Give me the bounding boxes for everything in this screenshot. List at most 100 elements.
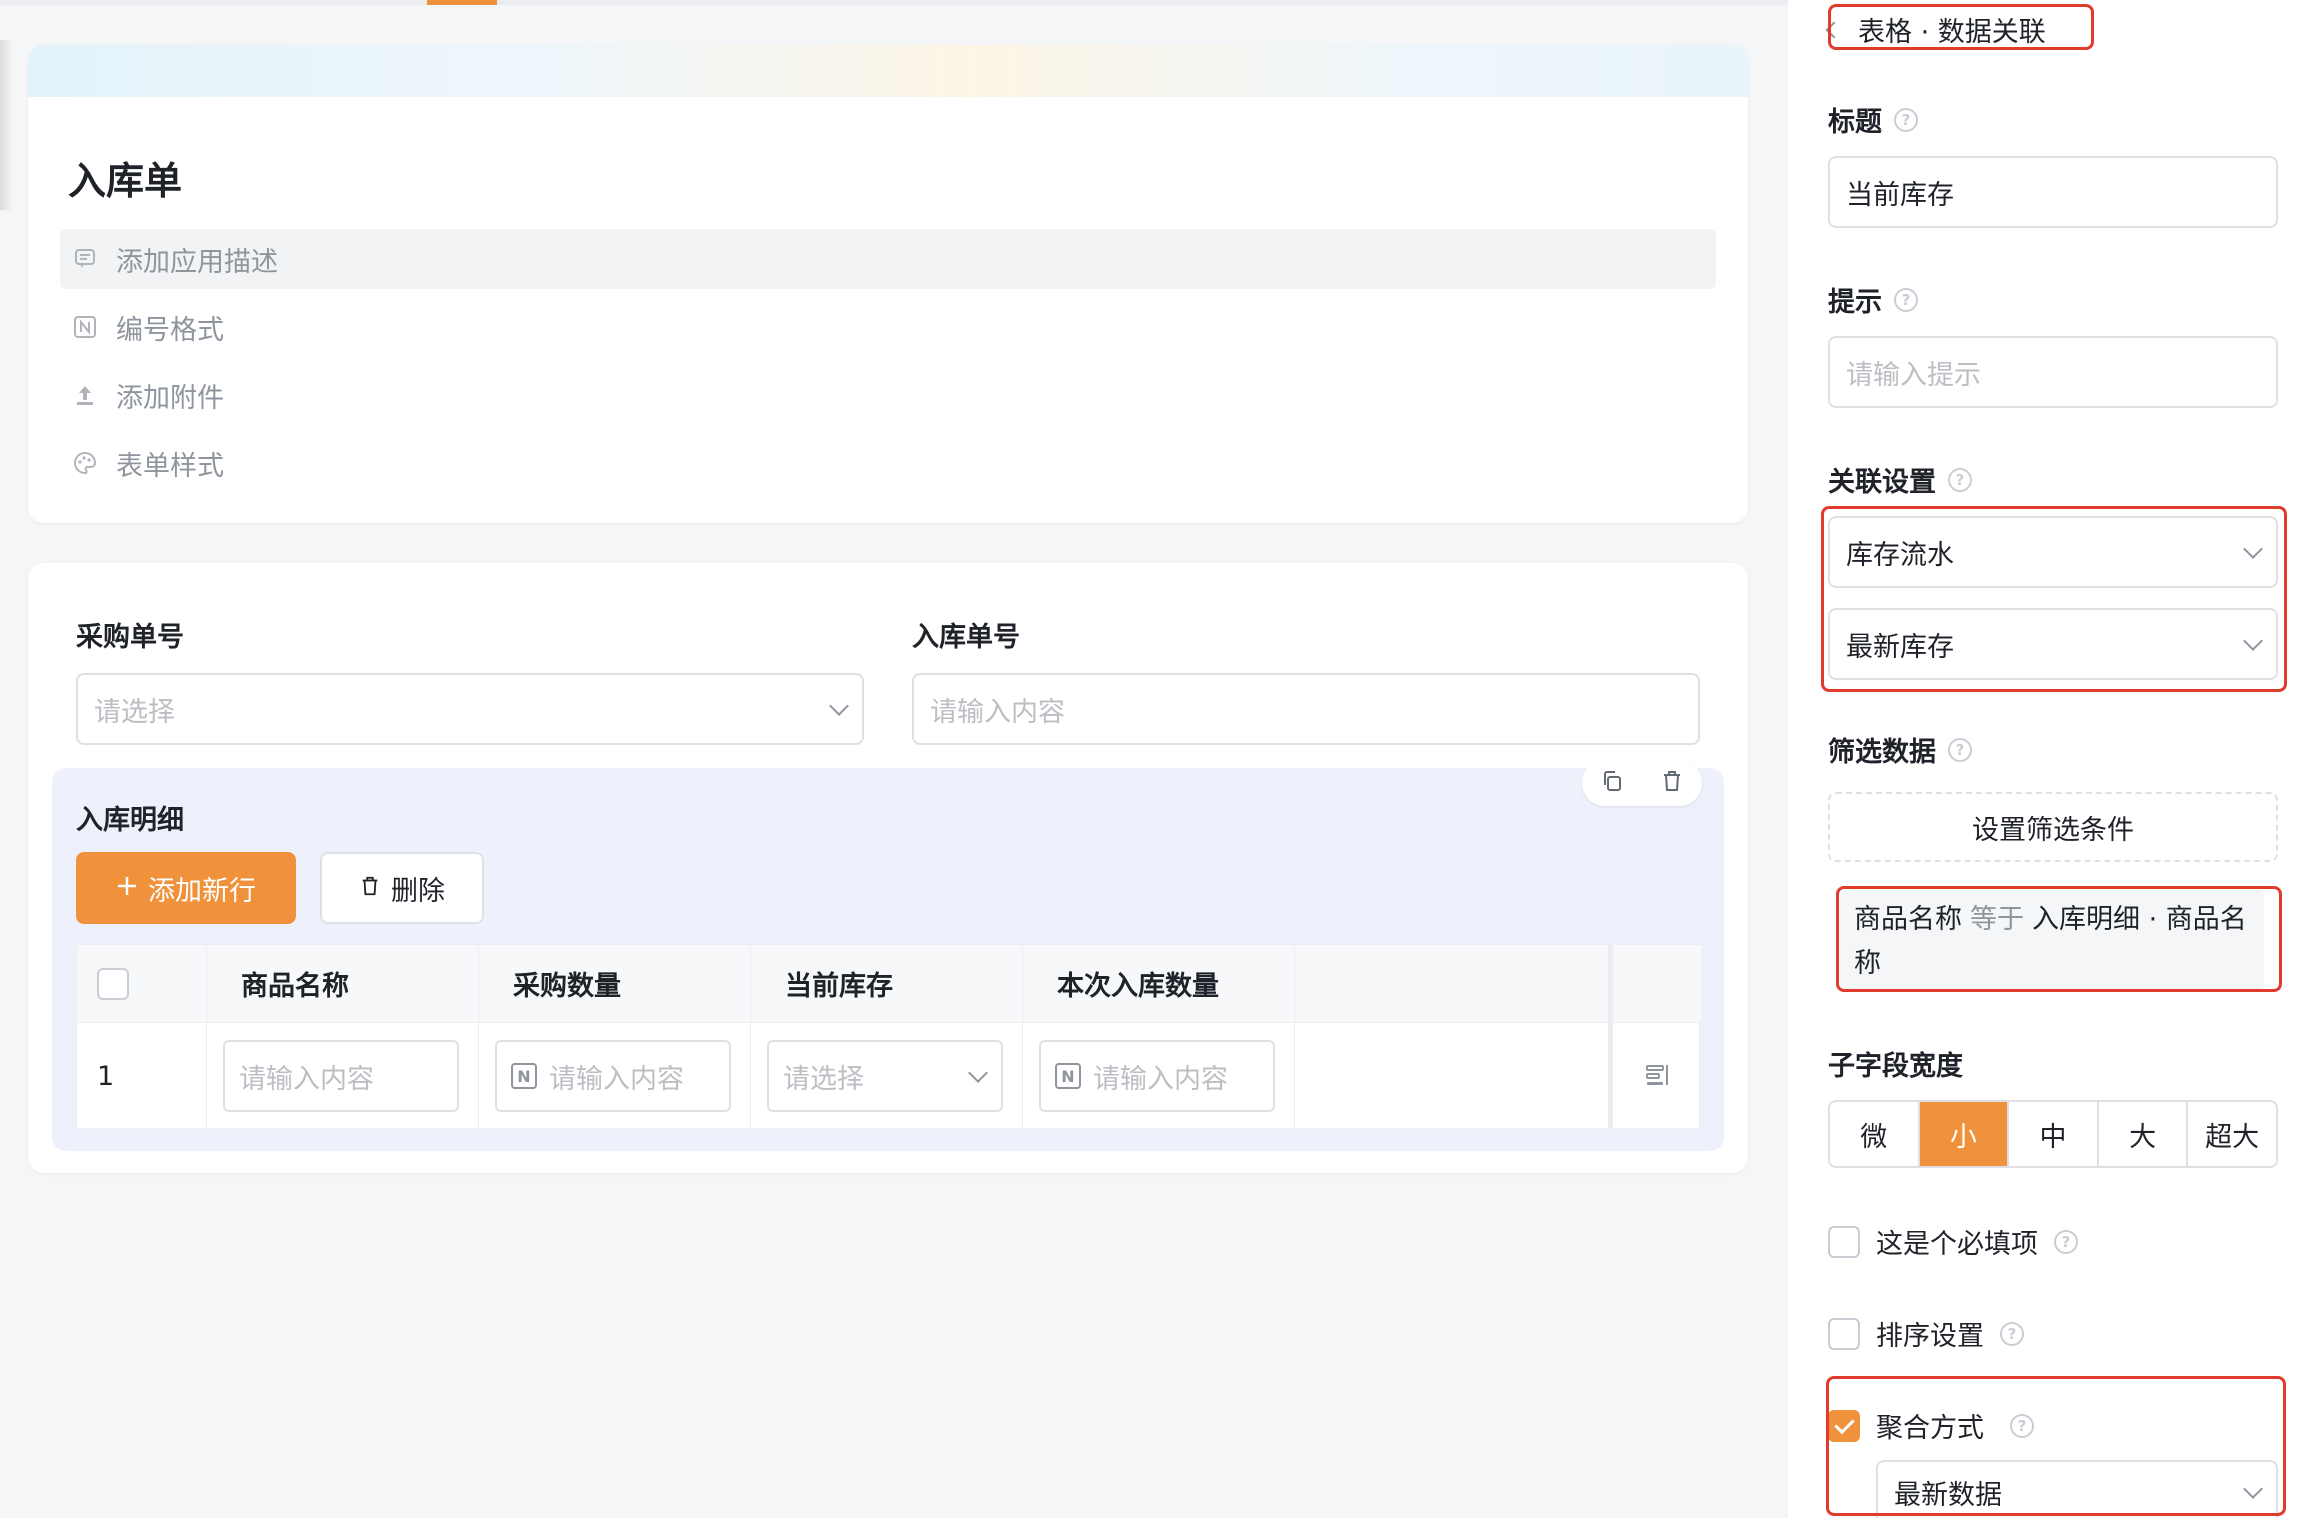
palette-icon: [72, 450, 98, 476]
chevron-down-icon: [829, 696, 849, 716]
purchase-no-select[interactable]: 请选择: [76, 673, 864, 745]
select-all-header: [77, 945, 207, 1023]
required-label: 这是个必填项: [1876, 1229, 2038, 1260]
hint-label-text: 提示: [1828, 287, 1882, 318]
comment-icon: [72, 246, 98, 272]
help-icon[interactable]: ?: [2054, 1229, 2078, 1254]
form-body-card: 采购单号 请选择 入库单号 请输入内容 入库明细 添加新行 删除 商品名称 采购…: [28, 563, 1748, 1173]
table-cell: [1295, 1023, 1609, 1129]
trash-icon[interactable]: [1660, 769, 1684, 797]
cell-placeholder: 请输入内容: [549, 1063, 684, 1095]
form-header-card: 入库单 添加应用描述 编号格式 添加附件 表单样式: [28, 45, 1748, 523]
inbound-no-placeholder: 请输入内容: [930, 696, 1065, 728]
number-icon: N: [1055, 1063, 1081, 1089]
width-option-large[interactable]: 大: [2099, 1102, 2189, 1166]
title-label-text: 标题: [1828, 107, 1882, 138]
table-cell: N 请输入内容: [1023, 1023, 1295, 1129]
copy-icon[interactable]: [1600, 769, 1624, 797]
trash-icon: [359, 873, 381, 904]
option-label: 表单样式: [116, 450, 224, 482]
add-description-option[interactable]: 添加应用描述: [60, 229, 1716, 289]
delete-rows-button[interactable]: 删除: [320, 852, 484, 924]
select-all-checkbox[interactable]: [97, 967, 129, 1000]
required-checkbox[interactable]: [1828, 1225, 1860, 1258]
table-cell: 请输入内容: [207, 1023, 479, 1129]
highlight-box-breadcrumb: [1828, 4, 2094, 50]
help-icon[interactable]: ?: [2000, 1321, 2024, 1346]
link-label-text: 关联设置: [1828, 467, 1936, 498]
property-panel: 表格 · 数据关联 标题 ? 当前库存 提示 ? 请输入提示 关联设置 ? 库存…: [1788, 0, 2302, 1518]
set-filter-label: 设置筛选条件: [1972, 814, 2134, 846]
inbound-qty-input[interactable]: N 请输入内容: [1039, 1040, 1275, 1112]
form-title[interactable]: 入库单: [68, 150, 182, 205]
add-row-label: 添加新行: [148, 875, 256, 907]
help-icon[interactable]: ?: [1894, 107, 1918, 132]
link-setting-label: 关联设置 ?: [1828, 460, 1972, 499]
sort-label: 排序设置: [1876, 1321, 1984, 1352]
current-stock-select[interactable]: 请选择: [767, 1040, 1003, 1112]
sort-checkbox[interactable]: [1828, 1317, 1860, 1350]
top-bar: [0, 0, 1788, 5]
delete-label: 删除: [391, 875, 445, 907]
add-attachment-option[interactable]: 添加附件: [60, 365, 224, 425]
table-cell: N 请输入内容: [479, 1023, 751, 1129]
header-gradient: [28, 45, 1748, 97]
subtable-actions: [1582, 760, 1702, 806]
help-icon[interactable]: ?: [1894, 287, 1918, 312]
hint-setting-label: 提示 ?: [1828, 280, 1918, 319]
option-label: 编号格式: [116, 314, 224, 346]
cell-placeholder: 请选择: [783, 1063, 864, 1095]
highlight-box-filter: [1836, 886, 2282, 992]
highlight-box-link: [1821, 506, 2287, 692]
width-option-medium[interactable]: 中: [2009, 1102, 2099, 1166]
option-label: 添加附件: [116, 382, 224, 414]
add-row-button[interactable]: 添加新行: [76, 852, 296, 924]
inbound-no-label: 入库单号: [912, 622, 1020, 653]
option-label: 添加应用描述: [116, 246, 278, 278]
width-label-text: 子字段宽度: [1828, 1051, 1963, 1082]
subtable-section: 入库明细 添加新行 删除 商品名称 采购数量 当前库存 本次入库数量 1 请输入…: [52, 760, 1724, 1151]
row-detail-icon[interactable]: [1643, 1060, 1671, 1092]
width-option-small[interactable]: 小: [1919, 1102, 2010, 1166]
column-header[interactable]: 商品名称: [207, 945, 479, 1023]
width-setting-label: 子字段宽度: [1828, 1044, 1963, 1083]
title-input[interactable]: 当前库存: [1828, 156, 2278, 228]
cell-placeholder: 请输入内容: [239, 1063, 374, 1095]
title-value: 当前库存: [1846, 179, 1954, 211]
form-style-option[interactable]: 表单样式: [60, 433, 224, 493]
width-option-xs[interactable]: 微: [1830, 1102, 1920, 1166]
purchase-qty-input[interactable]: N 请输入内容: [495, 1040, 731, 1112]
inbound-no-input[interactable]: 请输入内容: [912, 673, 1700, 745]
active-tab-indicator: [427, 0, 497, 5]
highlight-box-aggregate: [1826, 1376, 2286, 1516]
column-header[interactable]: 当前库存: [751, 945, 1023, 1023]
hint-input[interactable]: 请输入提示: [1828, 336, 2278, 408]
left-shadow: [0, 40, 14, 210]
column-header[interactable]: 采购数量: [479, 945, 751, 1023]
filter-setting-label: 筛选数据 ?: [1828, 730, 1972, 769]
help-icon[interactable]: ?: [1948, 467, 1972, 492]
row-index: 1: [77, 1023, 207, 1129]
plus-icon: [116, 873, 138, 904]
form-canvas: 入库单 添加应用描述 编号格式 添加附件 表单样式 采购单号 请选择 入库单号 …: [0, 0, 1788, 1518]
purchase-no-label: 采购单号: [76, 622, 184, 653]
number-icon: N: [511, 1063, 537, 1089]
width-segmented-control: 微 小 中 大 超大: [1828, 1100, 2278, 1168]
row-actions-cell: [1609, 1023, 1701, 1129]
number-format-icon: [72, 314, 98, 340]
subtable-grid: 商品名称 采购数量 当前库存 本次入库数量 1 请输入内容 N 请输入内容 请选…: [76, 944, 1701, 1129]
cell-placeholder: 请输入内容: [1093, 1063, 1228, 1095]
required-setting: 这是个必填项 ?: [1828, 1222, 2078, 1261]
title-setting-label: 标题 ?: [1828, 100, 1918, 139]
sort-setting: 排序设置 ?: [1828, 1314, 2024, 1353]
product-name-input[interactable]: 请输入内容: [223, 1040, 459, 1112]
width-option-xl[interactable]: 超大: [2188, 1102, 2276, 1166]
action-header: [1609, 945, 1701, 1023]
chevron-down-icon: [968, 1063, 988, 1083]
subtable-title: 入库明细: [76, 805, 184, 836]
set-filter-button[interactable]: 设置筛选条件: [1828, 792, 2278, 862]
help-icon[interactable]: ?: [1948, 737, 1972, 762]
column-header[interactable]: 本次入库数量: [1023, 945, 1295, 1023]
upload-icon: [72, 382, 98, 408]
number-format-option[interactable]: 编号格式: [60, 297, 224, 357]
